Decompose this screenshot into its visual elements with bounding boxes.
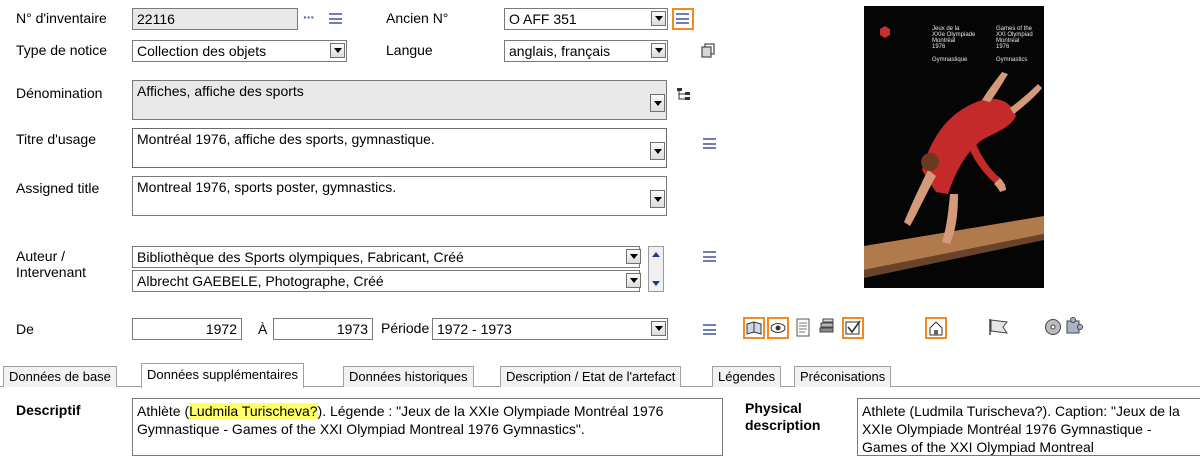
titre-usage-dropdown-button[interactable] <box>650 142 665 160</box>
hierarchy-icon[interactable] <box>676 87 692 101</box>
descriptif-highlight: Ludmila Turischeva? <box>189 403 318 419</box>
tab-legendes[interactable]: Légendes <box>712 366 782 387</box>
edit-check-icon[interactable] <box>842 317 864 339</box>
auteur-entry-1-dropdown-button[interactable] <box>626 249 641 264</box>
periode-dropdown-button[interactable] <box>651 321 666 336</box>
physical-label-line2: description <box>745 417 821 433</box>
titre-usage-label: Titre d'usage <box>16 131 96 147</box>
denomination-label: Dénomination <box>16 85 103 101</box>
titre-usage-field[interactable]: Montréal 1976, affiche des sports, gymna… <box>132 128 667 168</box>
tab-preconisations[interactable]: Préconisations <box>794 366 892 387</box>
de-field[interactable]: 1972 <box>132 318 242 340</box>
chevron-down-icon <box>654 16 663 21</box>
physical-label-line1: Physical <box>745 400 802 416</box>
auteur-label-line2: Intervenant <box>16 264 87 280</box>
books-stack-icon[interactable] <box>818 318 836 338</box>
book-icon[interactable] <box>743 317 765 339</box>
copy-icon[interactable] <box>700 43 716 59</box>
type-notice-dropdown-button[interactable] <box>330 43 345 58</box>
ancien-label: Ancien N° <box>386 10 449 26</box>
descriptif-field[interactable]: Athlète (Ludmila Turischeva?). Légende :… <box>132 398 723 456</box>
gymnast-photo <box>864 72 1044 278</box>
poster-caption-right: Gymnastics <box>996 57 1028 63</box>
scroll-up-icon[interactable] <box>652 252 660 257</box>
de-label: De <box>16 321 34 337</box>
eye-icon[interactable] <box>767 317 789 339</box>
chevron-down-icon <box>653 196 662 202</box>
auteur-entry-2-dropdown-button[interactable] <box>626 273 641 288</box>
periode-select[interactable]: 1972 - 1973 <box>432 318 668 340</box>
chevron-down-icon <box>333 48 342 53</box>
langue-select[interactable]: anglais, français <box>504 40 668 62</box>
inventaire-field[interactable]: 22116 <box>132 8 298 30</box>
type-notice-select[interactable]: Collection des objets <box>132 40 347 62</box>
type-notice-label: Type de notice <box>16 42 108 58</box>
tab-bar: Données de base Données supplémentaires … <box>0 363 1200 388</box>
denomination-field[interactable]: Affiches, affiche des sports <box>132 80 667 120</box>
disc-icon[interactable] <box>1044 318 1062 336</box>
list-icon[interactable] <box>329 13 342 24</box>
list-icon[interactable] <box>703 251 716 262</box>
auteur-scrollbar[interactable] <box>648 246 664 292</box>
descriptif-label: Descriptif <box>16 402 81 418</box>
puzzle-icon[interactable] <box>1064 317 1084 337</box>
document-icon[interactable] <box>795 318 811 338</box>
tab-description-etat[interactable]: Description / Etat de l'artefact <box>500 366 682 387</box>
auteur-entry-1[interactable]: Bibliothèque des Sports olympiques, Fabr… <box>132 246 640 268</box>
chevron-down-icon <box>653 100 662 106</box>
periode-label: Période <box>381 320 430 336</box>
auteur-entry-2[interactable]: Albrecht GAEBELE, Photographe, Créé <box>132 270 640 292</box>
assigned-title-label: Assigned title <box>16 180 100 196</box>
poster-text-left: Jeux de la XXIe Olympiade Montréal 1976 <box>932 26 976 50</box>
chevron-down-icon <box>654 326 663 331</box>
a-label: À <box>258 321 268 337</box>
list-icon-active[interactable] <box>672 8 694 30</box>
ellipsis-icon[interactable]: ··· <box>303 9 315 25</box>
denomination-dropdown-button[interactable] <box>650 94 665 112</box>
poster-caption-left: Gymnastique <box>932 57 968 63</box>
poster-text-right: Games of the XXI Olympiad Montreal 1976 <box>996 26 1033 50</box>
assigned-title-field[interactable]: Montreal 1976, sports poster, gymnastics… <box>132 176 667 216</box>
tab-donnees-base[interactable]: Données de base <box>3 366 117 387</box>
chevron-down-icon <box>654 48 663 53</box>
chevron-down-icon <box>653 148 662 154</box>
flag-icon[interactable] <box>988 318 1010 336</box>
langue-label: Langue <box>386 42 433 58</box>
auteur-label-line1: Auteur / <box>16 248 66 264</box>
ancien-field[interactable]: O AFF 351 <box>504 8 668 30</box>
list-icon[interactable] <box>703 138 716 149</box>
physical-description-field[interactable]: Athlete (Ludmila Turischeva?). Caption: … <box>857 398 1200 456</box>
inventaire-label: N° d'inventaire <box>16 10 107 26</box>
poster-thumbnail: Jeux de la XXIe Olympiade Montréal 1976 … <box>864 6 1044 288</box>
descriptif-text-before: Athlète ( <box>137 403 190 419</box>
olympic-emblem-icon <box>880 26 890 38</box>
home-icon[interactable] <box>925 317 947 339</box>
ancien-dropdown-button[interactable] <box>651 11 666 26</box>
list-icon[interactable] <box>703 324 716 335</box>
assigned-title-dropdown-button[interactable] <box>650 190 665 208</box>
scroll-down-icon[interactable] <box>652 281 660 286</box>
chevron-down-icon <box>629 254 638 259</box>
a-field[interactable]: 1973 <box>273 318 373 340</box>
tab-donnees-historiques[interactable]: Données historiques <box>343 366 474 387</box>
langue-dropdown-button[interactable] <box>651 43 666 58</box>
chevron-down-icon <box>629 278 638 283</box>
tab-donnees-supplementaires[interactable]: Données supplémentaires <box>141 363 305 388</box>
